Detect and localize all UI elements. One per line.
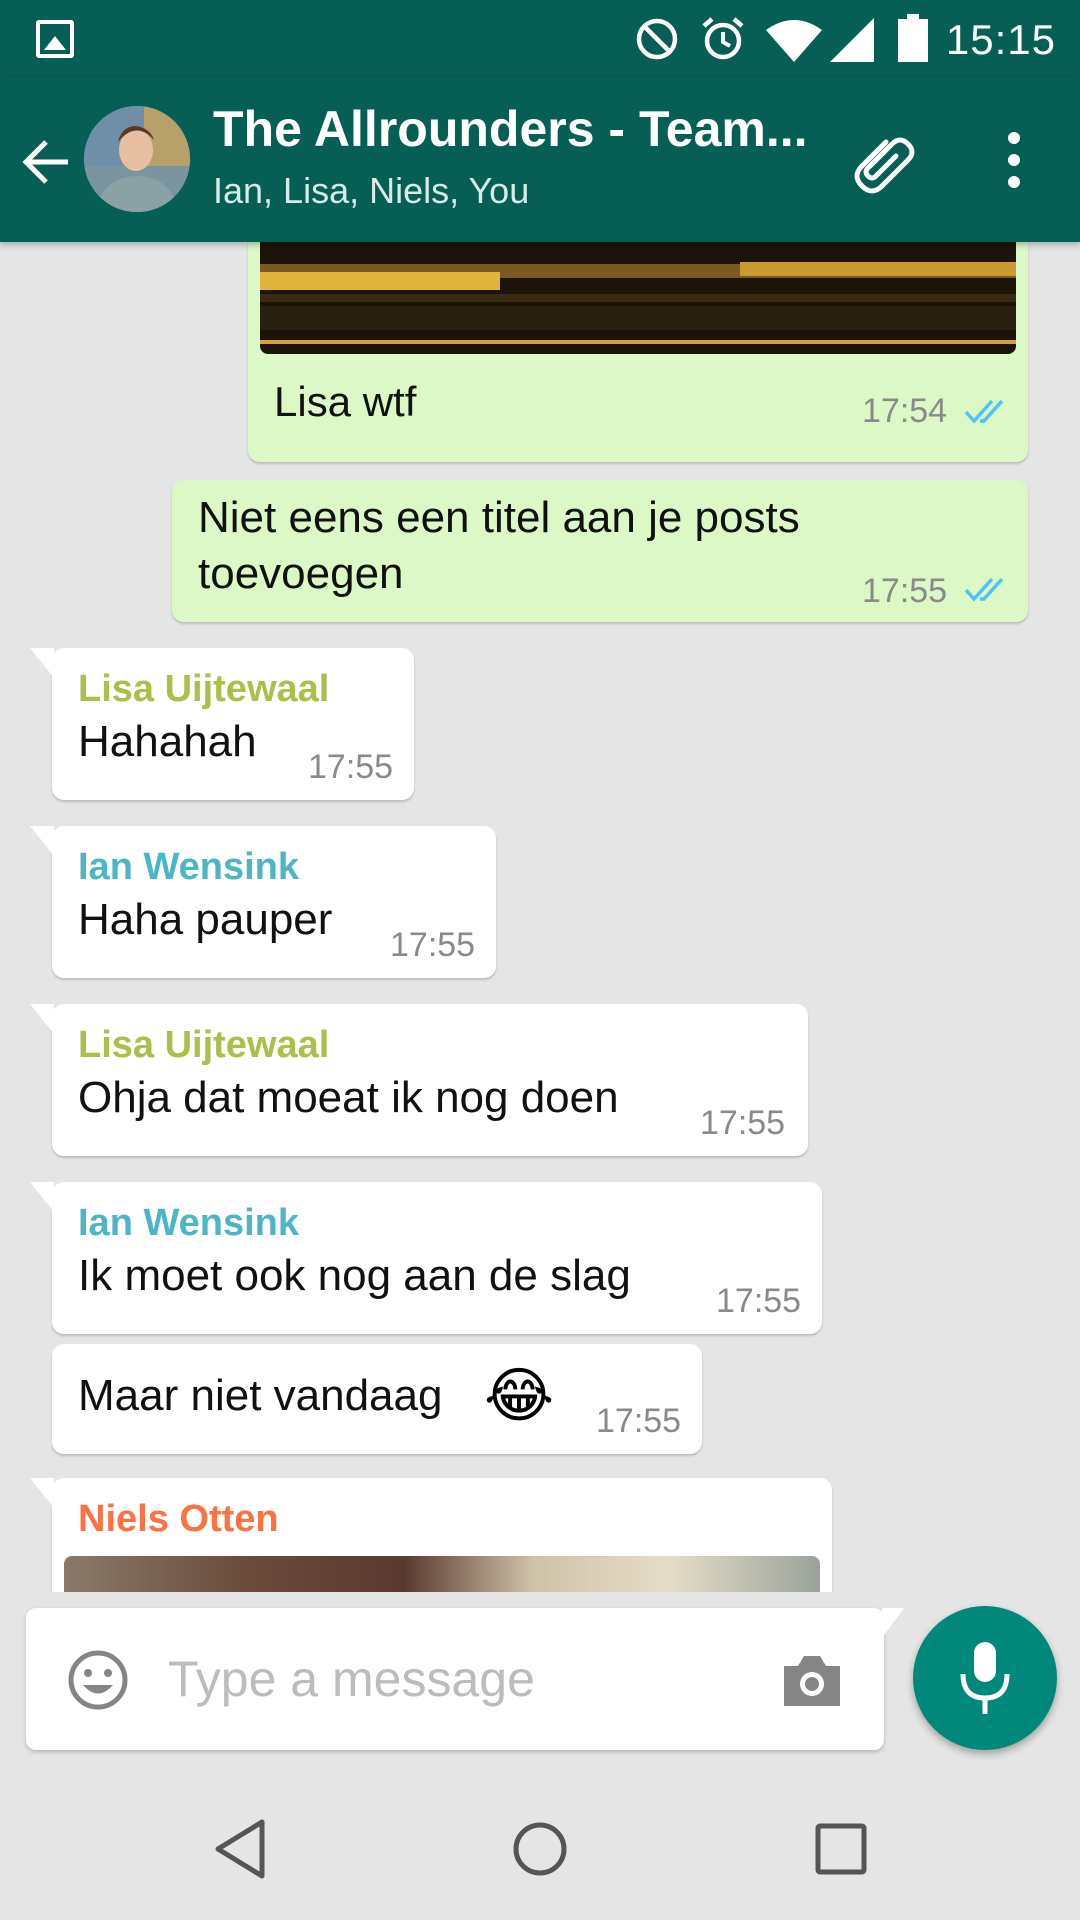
chat-participants[interactable]: Ian, Lisa, Niels, You — [213, 170, 529, 212]
voice-message-button[interactable] — [913, 1606, 1057, 1750]
read-ticks-icon — [964, 577, 1004, 602]
do-not-disturb-icon — [636, 18, 678, 60]
image-notification-icon — [36, 20, 74, 58]
tears-of-joy-emoji: 😂 — [484, 1362, 555, 1429]
wifi-icon — [766, 20, 822, 62]
message-composer — [26, 1608, 904, 1750]
camera-icon[interactable] — [780, 1652, 844, 1708]
group-avatar[interactable] — [84, 106, 190, 212]
sender-name: Ian Wensink — [78, 846, 300, 888]
emoji-icon[interactable] — [66, 1648, 130, 1712]
read-ticks-icon — [964, 399, 1004, 424]
incoming-image-message[interactable]: Niels Otten — [30, 1478, 832, 1592]
message-text: Ik moet ook nog aan de slag — [78, 1251, 631, 1300]
message-time: 17:55 — [716, 1282, 802, 1320]
message-text: Haha pauper — [78, 895, 333, 944]
cell-signal-icon — [830, 18, 874, 62]
battery-icon — [898, 14, 928, 62]
microphone-icon — [960, 1642, 1010, 1714]
nav-back-icon[interactable] — [206, 1814, 276, 1884]
back-arrow-icon[interactable] — [20, 136, 72, 188]
message-text: Maar niet vandaag — [78, 1371, 443, 1420]
outgoing-message[interactable]: Niet eens een titel aan je posts toevoeg… — [172, 480, 1028, 622]
image-attachment[interactable] — [64, 1556, 820, 1592]
chat-header: The Allrounders - Team... Ian, Lisa, Nie… — [0, 78, 1080, 242]
chat-messages[interactable]: Lisa wtf 17:54 Niet eens een titel aan j… — [0, 242, 1080, 1592]
incoming-message[interactable]: Ian Wensink Haha pauper 17:55 — [30, 826, 496, 978]
sender-name: Niels Otten — [78, 1498, 279, 1540]
message-text: Ohja dat moeat ik nog doen — [78, 1073, 619, 1122]
sender-name: Ian Wensink — [78, 1202, 300, 1244]
incoming-message[interactable]: Lisa Uijtewaal Hahahah 17:55 — [30, 648, 414, 800]
message-text: Hahahah — [78, 717, 257, 766]
message-time: 17:55 — [862, 572, 948, 610]
image-caption: Lisa wtf — [274, 378, 417, 425]
message-time: 17:54 — [862, 392, 948, 430]
status-time: 15:15 — [945, 16, 1056, 63]
nav-home-icon[interactable] — [505, 1814, 575, 1884]
alarm-icon — [702, 17, 744, 60]
incoming-message[interactable]: Maar niet vandaag 😂 17:55 — [52, 1344, 702, 1454]
status-bar: 15:15 — [0, 0, 1080, 78]
sender-name: Lisa Uijtewaal — [78, 1024, 330, 1066]
message-input[interactable] — [168, 1638, 768, 1720]
message-time: 17:55 — [596, 1402, 682, 1440]
incoming-message[interactable]: Ian Wensink Ik moet ook nog aan de slag … — [30, 1182, 822, 1334]
chat-title[interactable]: The Allrounders - Team... — [213, 100, 833, 158]
avatar-photo — [84, 106, 190, 212]
attach-paperclip-icon[interactable] — [850, 126, 920, 196]
message-text-line-2: toevoegen — [198, 549, 404, 598]
message-time: 17:55 — [308, 748, 394, 786]
message-time: 17:55 — [700, 1104, 786, 1142]
image-attachment[interactable] — [260, 242, 1016, 354]
incoming-message[interactable]: Lisa Uijtewaal Ohja dat moeat ik nog doe… — [30, 1004, 808, 1156]
system-navigation-bar — [0, 1776, 1080, 1920]
outgoing-image-message[interactable]: Lisa wtf 17:54 — [248, 242, 1028, 462]
message-time: 17:55 — [390, 926, 476, 964]
more-options-icon[interactable] — [1000, 130, 1028, 190]
message-text-line-1: Niet eens een titel aan je posts — [198, 493, 800, 542]
sender-name: Lisa Uijtewaal — [78, 668, 330, 710]
nav-recents-icon[interactable] — [806, 1814, 876, 1884]
